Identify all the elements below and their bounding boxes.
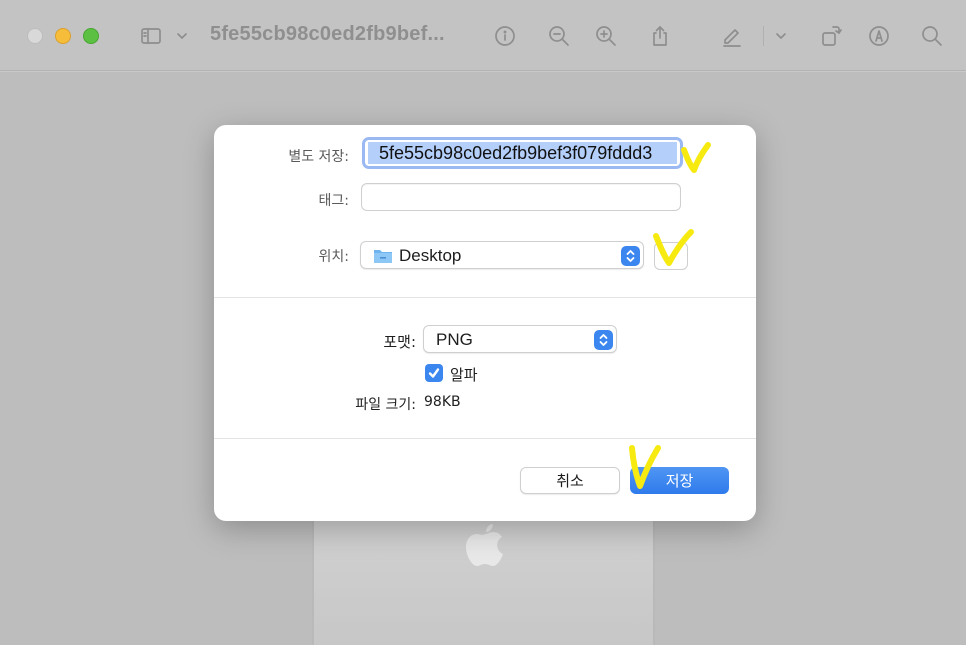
chevron-down-icon[interactable] xyxy=(765,20,797,52)
location-label: 위치: xyxy=(318,249,349,265)
zoom-out-icon[interactable] xyxy=(543,20,575,52)
annotation-checkmark xyxy=(651,228,695,268)
format-popup[interactable]: PNG xyxy=(423,325,617,353)
search-icon[interactable] xyxy=(916,20,948,52)
popup-stepper-icon xyxy=(594,330,613,350)
filesize-value: 98KB xyxy=(424,394,461,410)
location-popup[interactable]: Desktop xyxy=(360,241,644,269)
close-window-button[interactable] xyxy=(27,28,43,44)
save-as-label: 별도 저장: xyxy=(288,149,349,165)
sidebar-icon[interactable] xyxy=(135,20,167,52)
window-title: 5fe55cb98c0ed2fb9bef... xyxy=(210,23,445,45)
alpha-checkbox[interactable] xyxy=(425,364,443,382)
format-value: PNG xyxy=(436,330,473,349)
folder-icon xyxy=(373,247,393,264)
maximize-window-button[interactable] xyxy=(83,28,99,44)
format-label: 포맷: xyxy=(383,333,416,351)
save-dialog: 별도 저장: 5fe55cb98c0ed2fb9bef3f079fddd3 태그… xyxy=(214,125,756,521)
save-as-selected-text: 5fe55cb98c0ed2fb9bef3f079fddd3 xyxy=(368,142,677,164)
filesize-label: 파일 크기: xyxy=(355,397,416,413)
section-divider xyxy=(214,297,756,298)
share-icon[interactable] xyxy=(644,20,676,52)
window-titlebar: 5fe55cb98c0ed2fb9bef... xyxy=(0,0,966,71)
annotate-icon[interactable] xyxy=(863,20,895,52)
popup-stepper-icon xyxy=(621,246,640,266)
rotate-icon[interactable] xyxy=(815,20,847,52)
zoom-in-icon[interactable] xyxy=(590,20,622,52)
chevron-down-icon[interactable] xyxy=(166,20,198,52)
tags-field[interactable] xyxy=(361,183,681,211)
annotation-checkmark xyxy=(625,442,663,492)
save-as-field[interactable]: 5fe55cb98c0ed2fb9bef3f079fddd3 xyxy=(362,137,683,169)
alpha-label: 알파 xyxy=(450,366,478,384)
cancel-button[interactable]: 취소 xyxy=(520,467,620,494)
markup-pen-icon[interactable] xyxy=(716,20,748,52)
location-value: Desktop xyxy=(399,246,462,265)
section-divider xyxy=(214,438,756,439)
tags-label: 태그: xyxy=(318,193,349,209)
apple-logo-icon xyxy=(462,520,508,574)
minimize-window-button[interactable] xyxy=(55,28,71,44)
annotation-checkmark xyxy=(680,140,712,174)
toolbar-divider xyxy=(763,26,764,46)
info-icon[interactable] xyxy=(489,20,521,52)
